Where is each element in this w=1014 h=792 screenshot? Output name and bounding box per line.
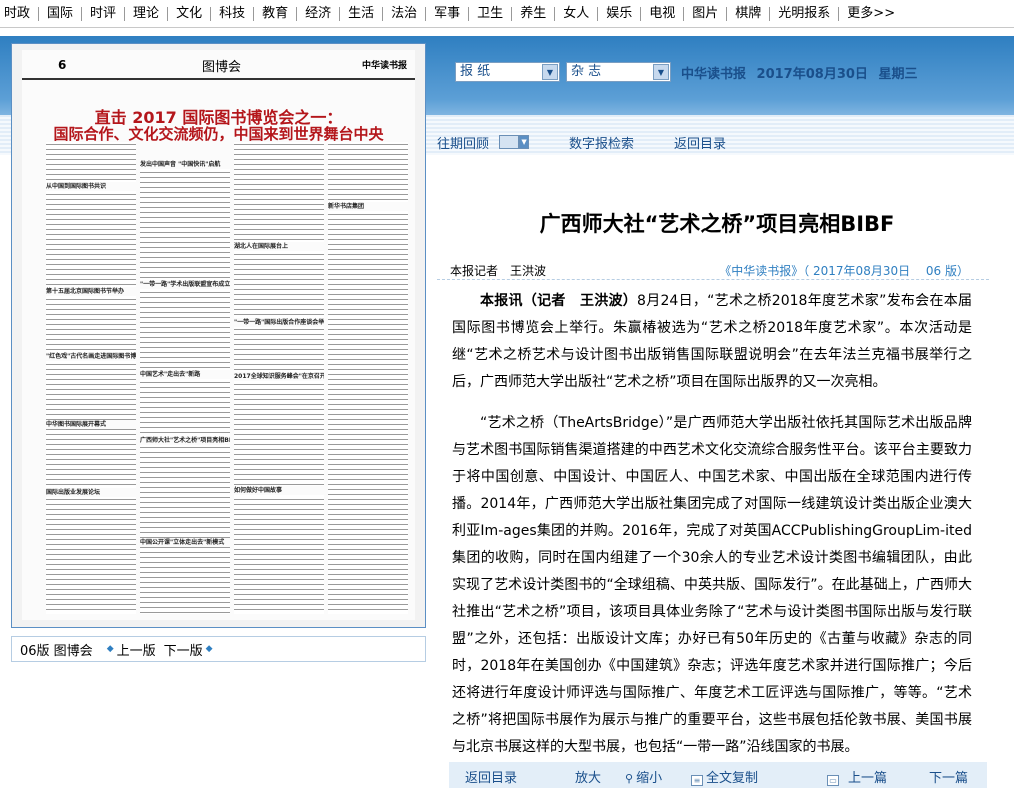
magazine-select-value: 杂 志	[571, 64, 602, 79]
newspaper-article-head[interactable]: 中国艺术"走出去"新路	[140, 370, 230, 379]
article-paragraph: 本报讯（记者 王洪波）8月24日，“艺术之桥2018年度艺术家”发布会在本届国际…	[452, 288, 972, 396]
nav-item[interactable]: 教育	[254, 6, 298, 21]
back-to-index-button[interactable]: 返回目录	[465, 767, 517, 786]
nav-item[interactable]: 法治	[383, 6, 427, 21]
nav-item[interactable]: 国际	[39, 6, 83, 21]
digital-search-link[interactable]: 数字报检索	[569, 133, 634, 152]
next-page-link[interactable]: 下一版	[164, 640, 203, 659]
nav-item[interactable]: 生活	[340, 6, 384, 21]
past-issues-link[interactable]: 往期回顾	[437, 133, 489, 152]
nav-more-link[interactable]: 更多>>	[839, 6, 903, 21]
prev-article-button[interactable]: ▭ 上一篇	[827, 767, 887, 786]
nav-item[interactable]: 时政	[0, 6, 40, 21]
newspaper-article-head[interactable]: 广西师大社"艺术之桥"项目亮相BIBF	[140, 436, 230, 445]
print-icon: ▭	[827, 775, 839, 786]
current-page-label: 06版 图博会	[20, 643, 93, 659]
newspaper-article-head[interactable]: 中国公开课"立体走出去"新模式	[140, 538, 230, 547]
newspaper-brand: 中华读书报	[361, 61, 407, 71]
newspaper-section-name: 图博会	[202, 60, 242, 75]
magazine-select[interactable]: 杂 志 ▼	[566, 62, 671, 82]
sub-nav: 往期回顾 ▼ 数字报检索 返回目录	[437, 132, 766, 152]
next-article-button[interactable]: 下一篇	[929, 767, 968, 786]
paper-select[interactable]: 报 纸 ▼	[455, 62, 560, 82]
newspaper-article-head[interactable]: 如何做好中国故事	[234, 486, 324, 495]
nav-item[interactable]: 军事	[426, 6, 470, 21]
chevron-down-icon[interactable]: ▼	[653, 64, 669, 80]
nav-item[interactable]: 理论	[125, 6, 169, 21]
next-arrow-icon: ◆	[205, 644, 213, 654]
chevron-down-icon[interactable]: ▼	[542, 64, 558, 80]
nav-item[interactable]: 光明报系	[770, 6, 840, 21]
nav-item[interactable]: 时评	[82, 6, 126, 21]
newspaper-article-head[interactable]: 湖北人在国际展台上	[234, 242, 324, 251]
newspaper-article-head[interactable]: 第十五届北京国际图书节举办	[46, 287, 136, 296]
newspaper-column: 发出中国声音 "中国快讯"启航 "一带一路"学术出版联盟宣布成立 中国艺术"走出…	[140, 160, 230, 614]
article-body: 本报讯（记者 王洪波）8月24日，“艺术之桥2018年度艺术家”发布会在本届国际…	[452, 288, 972, 775]
calendar-icon[interactable]	[499, 135, 520, 149]
article-toolbar: 返回目录 放大 ⚲ 缩小 ≡ 全文复制 ▭ 上一篇 下一篇	[449, 762, 987, 788]
article-paragraph: “艺术之桥（TheArtsBridge）”是广西师范大学出版社依托其国际艺术出版…	[452, 415, 972, 755]
zoom-out-label: 缩小	[636, 771, 663, 786]
back-to-index-link[interactable]: 返回目录	[674, 133, 726, 152]
nav-item[interactable]: 科技	[211, 6, 255, 21]
newspaper-article-head[interactable]: 发出中国声音 "中国快讯"启航	[140, 160, 230, 169]
nav-item[interactable]: 棋牌	[727, 6, 771, 21]
prev-page-link[interactable]: 上一版	[117, 640, 156, 659]
nav-item[interactable]: 电视	[641, 6, 685, 21]
nav-item[interactable]: 文化	[168, 6, 212, 21]
copy-icon: ≡	[691, 775, 703, 786]
newspaper-article-head[interactable]: 从中国到国际图书共识	[46, 182, 136, 191]
newspaper-article-head[interactable]: "一带一路"国际出版合作座谈会举行	[234, 318, 324, 327]
newspaper-article-head[interactable]: 新华书店集团	[328, 202, 408, 211]
page-pager: 06版 图博会 ◆ 上一版 下一版 ◆	[11, 636, 426, 662]
newspaper-article-head[interactable]: 国际出版业发展论坛	[46, 488, 136, 497]
nav-item[interactable]: 卫生	[469, 6, 513, 21]
nav-item[interactable]: 经济	[297, 6, 341, 21]
paper-weekday: 星期三	[878, 67, 918, 82]
top-nav: 时政 国际 时评 理论 文化 科技 教育 经济 生活 法治 军事 卫生 养生 女…	[0, 0, 1014, 28]
paper-date: 2017年08月30日	[756, 67, 868, 82]
nav-item[interactable]: 图片	[684, 6, 728, 21]
newspaper-page-frame: 6 图博会 中华读书报 直击 2017 国际图书博览会之一： 国际合作、文化交流…	[11, 43, 426, 628]
newspaper-page-number: 6	[58, 58, 67, 72]
paper-select-value: 报 纸	[460, 64, 491, 79]
article-source: 《中华读书报》（ 2017年08月30日 06 版）	[719, 264, 969, 278]
article-meta: 本报记者 王洪波 《中华读书报》（ 2017年08月30日 06 版）	[437, 258, 989, 280]
magnifier-icon: ⚲	[625, 772, 634, 785]
article-author: 本报记者 王洪波	[450, 264, 547, 278]
newspaper-column: 从中国到国际图书共识 第十五届北京国际图书节举办 "红色戏"古代名画走进国际图书…	[46, 142, 136, 614]
prev-article-label: 上一篇	[848, 771, 888, 786]
copy-all-button[interactable]: ≡ 全文复制	[691, 767, 758, 786]
paper-name: 中华读书报	[681, 67, 747, 82]
newspaper-page-image[interactable]: 6 图博会 中华读书报 直击 2017 国际图书博览会之一： 国际合作、文化交流…	[22, 50, 415, 620]
zoom-out-button[interactable]: ⚲ 缩小	[625, 767, 662, 786]
newspaper-column: 新华书店集团	[328, 142, 408, 614]
article-lead: 本报讯（记者 王洪波）	[480, 293, 638, 309]
newspaper-header: 6 图博会 中华读书报	[22, 50, 415, 80]
article-title: 广西师大社“艺术之桥”项目亮相BIBF	[539, 212, 895, 236]
newspaper-article-head[interactable]: 中华图书国际展开幕式	[46, 420, 136, 429]
zoom-in-button[interactable]: 放大	[575, 767, 601, 786]
chevron-down-icon[interactable]: ▼	[519, 135, 530, 149]
newspaper-article-head[interactable]: "红色戏"古代名画走进国际图书博览会	[46, 352, 136, 361]
nav-item[interactable]: 养生	[512, 6, 556, 21]
newspaper-article-head[interactable]: 2017全球知识服务峰会"在京召开	[234, 372, 324, 381]
paper-info: 中华读书报 2017年08月30日 星期三	[681, 63, 923, 82]
newspaper-column: 湖北人在国际展台上 "一带一路"国际出版合作座谈会举行 2017全球知识服务峰会…	[234, 142, 324, 614]
prev-arrow-icon: ◆	[106, 644, 114, 654]
newspaper-subheadline[interactable]: 国际合作、文化交流频仍，中国来到世界舞台中央	[22, 123, 415, 144]
newspaper-article-head[interactable]: "一带一路"学术出版联盟宣布成立	[140, 280, 230, 289]
copy-all-label: 全文复制	[706, 771, 759, 786]
nav-item[interactable]: 娱乐	[598, 6, 642, 21]
nav-item[interactable]: 女人	[555, 6, 599, 21]
